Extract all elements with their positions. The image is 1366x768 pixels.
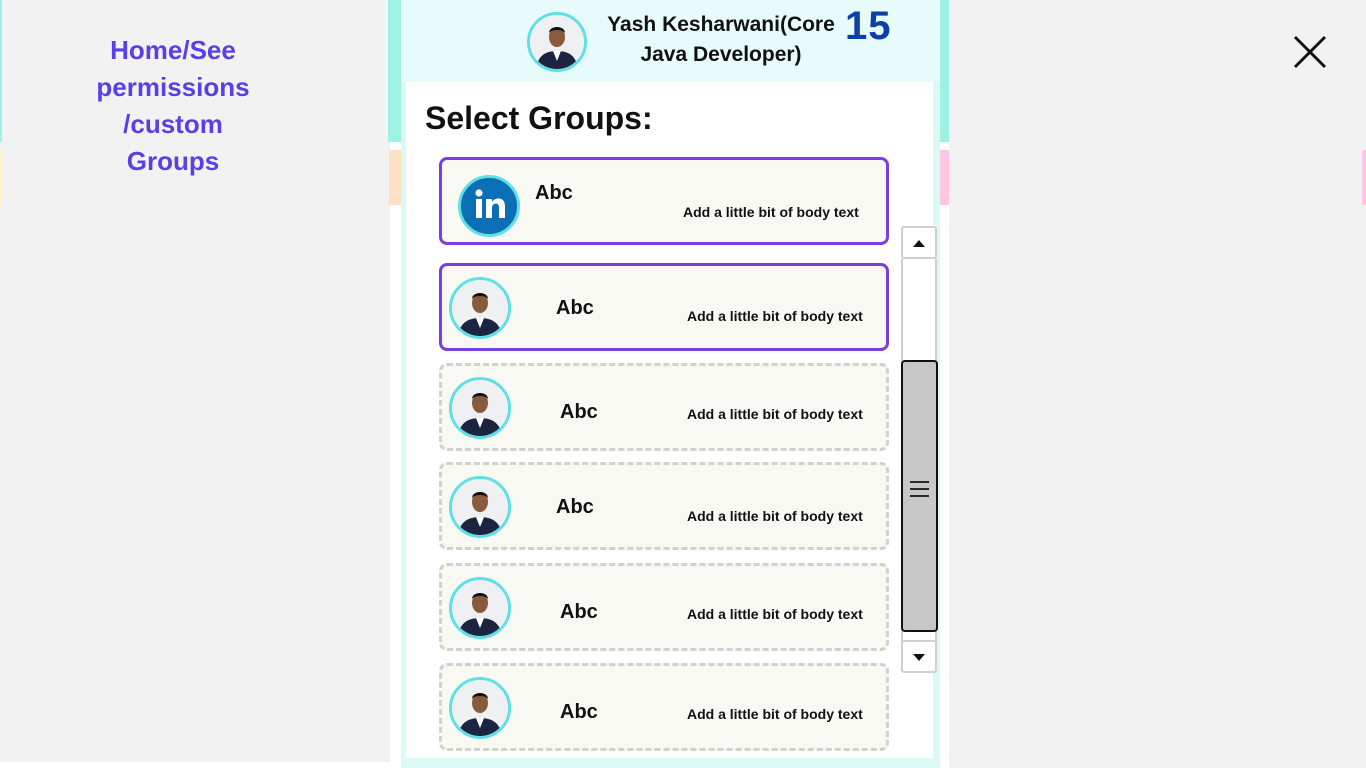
group-card-title: Abc [556, 496, 594, 518]
group-card-body: Add a little bit of body text [687, 508, 863, 524]
right-panel [949, 0, 1366, 768]
person-avatar-icon [449, 476, 511, 538]
breadcrumb-line[interactable]: Groups [48, 143, 298, 180]
close-icon[interactable] [1292, 34, 1328, 70]
group-card-body: Add a little bit of body text [687, 406, 863, 422]
person-avatar-icon [449, 577, 511, 639]
close-button[interactable] [1292, 34, 1328, 70]
grip-lines-icon [910, 481, 929, 497]
breadcrumb-line[interactable]: /custom [48, 106, 298, 143]
right-pink-strip [940, 150, 949, 205]
right-pink-edge [1362, 150, 1366, 205]
left-peach-strip [389, 150, 401, 205]
caret-down-icon [913, 654, 925, 661]
group-card[interactable]: Abc Add a little bit of body text [439, 363, 889, 451]
scroll-thumb[interactable] [901, 360, 938, 632]
left-accent-strip [0, 0, 2, 142]
group-card-title: Abc [560, 701, 598, 723]
group-card-body: Add a little bit of body text [687, 606, 863, 622]
group-selector-panel: Yash Kesharwani(Core Java Developer) 15 … [401, 0, 940, 768]
group-card-body: Add a little bit of body text [687, 706, 863, 722]
caret-up-icon [913, 240, 925, 247]
group-list-scrollbar[interactable] [901, 226, 938, 675]
person-avatar-icon [449, 277, 511, 339]
person-avatar-icon [449, 377, 511, 439]
person-avatar-icon [527, 12, 587, 72]
group-card-title: Abc [556, 297, 594, 319]
group-count: 15 [845, 4, 892, 48]
person-avatar-icon [449, 677, 511, 739]
group-card[interactable]: Abc Add a little bit of body text [439, 563, 889, 651]
group-card[interactable]: Abc Add a little bit of body text [439, 157, 889, 245]
linkedin-icon [458, 175, 520, 237]
group-card-title: Abc [535, 182, 573, 204]
group-card-title: Abc [560, 601, 598, 623]
scroll-up-button[interactable] [901, 226, 937, 259]
group-card-body: Add a little bit of body text [683, 204, 859, 220]
content-area: Select Groups: Abc Add a little bit of b… [406, 82, 933, 758]
left-accent-strip-right [388, 0, 401, 142]
right-accent-strip [940, 0, 949, 142]
profile-name: Yash Kesharwani(Core Java Developer) [596, 10, 846, 70]
profile-name-line: Yash Kesharwani(Core [607, 13, 835, 36]
profile-header: Yash Kesharwani(Core Java Developer) 15 [401, 0, 940, 82]
group-card[interactable]: Abc Add a little bit of body text [439, 462, 889, 550]
breadcrumb-line[interactable]: Home/See [48, 32, 298, 69]
profile-name-line: Java Developer) [640, 43, 802, 66]
group-card-body: Add a little bit of body text [687, 308, 863, 324]
group-card[interactable]: Abc Add a little bit of body text [439, 263, 889, 351]
page-title: Select Groups: [425, 100, 653, 136]
scroll-down-button[interactable] [901, 640, 937, 673]
breadcrumb-line[interactable]: permissions [48, 69, 298, 106]
breadcrumb[interactable]: Home/See permissions /custom Groups [48, 32, 298, 180]
left-yellow-strip [0, 150, 2, 205]
group-card-title: Abc [560, 401, 598, 423]
group-card[interactable]: Abc Add a little bit of body text [439, 663, 889, 751]
